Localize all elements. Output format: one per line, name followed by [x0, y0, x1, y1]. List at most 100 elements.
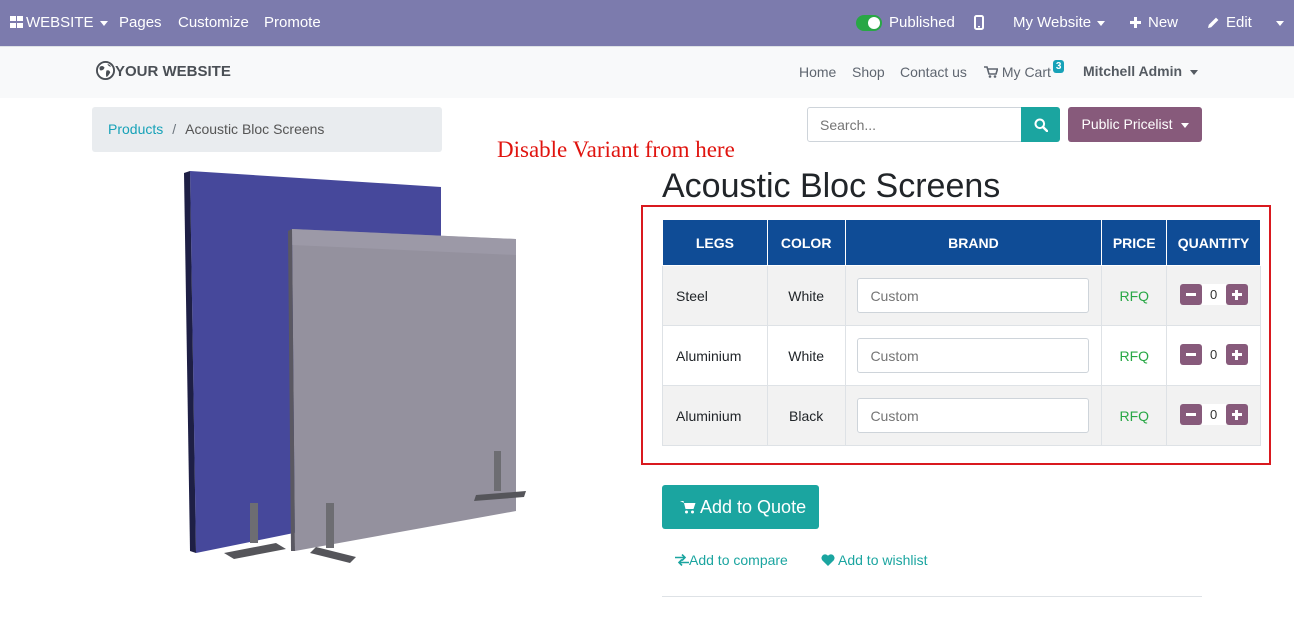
annotation-text: Disable Variant from here: [497, 137, 735, 162]
cell-quantity: 0: [1166, 325, 1261, 386]
quantity-value[interactable]: 0: [1201, 343, 1226, 365]
header-legs: LEGS: [662, 219, 768, 266]
divider: [662, 596, 1202, 597]
quantity-value[interactable]: 0: [1201, 283, 1226, 305]
cell-color: White: [766, 265, 846, 326]
customize-menu[interactable]: Customize: [178, 0, 249, 46]
cart-count-badge: 3: [1052, 60, 1065, 73]
plus-icon[interactable]: [1225, 283, 1248, 305]
toggle-switch-icon: [856, 15, 882, 32]
minus-icon[interactable]: [1179, 343, 1202, 365]
breadcrumb: Products / Acoustic Bloc Screens: [92, 107, 442, 152]
my-website-menu[interactable]: My Website: [1013, 0, 1106, 46]
cart-icon: [984, 66, 999, 79]
add-to-quote-label: Add to Quote: [700, 497, 807, 517]
brand-input[interactable]: [857, 338, 1090, 373]
new-button[interactable]: New: [1130, 0, 1178, 46]
nav-my-cart[interactable]: My Cart 3: [984, 60, 1065, 80]
table-row: Aluminium White RFQ 0: [662, 325, 1261, 386]
product-image: [184, 171, 526, 563]
user-menu[interactable]: Mitchell Admin: [1083, 63, 1199, 79]
promote-menu[interactable]: Promote: [264, 0, 321, 46]
cart-icon: [680, 501, 696, 514]
table-row: Steel White RFQ 0: [662, 265, 1261, 326]
site-logo[interactable]: YOUR WEBSITE: [96, 61, 231, 81]
admin-topbar: WEBSITE Pages Customize Promote Publishe…: [0, 0, 1294, 46]
quantity-stepper: 0: [1179, 403, 1248, 425]
my-cart-label: My Cart: [1001, 64, 1051, 80]
header-quantity: QUANTITY: [1166, 219, 1261, 266]
product-title: Acoustic Bloc Screens: [662, 167, 1001, 205]
cell-brand: [844, 325, 1103, 386]
cell-price: RFQ: [1101, 385, 1168, 446]
chevron-down-icon: [1190, 69, 1199, 75]
cell-quantity: 0: [1166, 265, 1261, 326]
more-menu[interactable]: [1276, 0, 1284, 46]
my-website-label: My Website: [1013, 14, 1092, 31]
table-header-row: LEGS COLOR BRAND PRICE QUANTITY: [662, 219, 1261, 266]
pricelist-dropdown[interactable]: Public Pricelist: [1068, 107, 1202, 142]
quantity-value[interactable]: 0: [1201, 403, 1226, 425]
add-to-compare-label: Add to compare: [689, 552, 788, 568]
edit-label: Edit: [1226, 14, 1252, 31]
variant-table: LEGS COLOR BRAND PRICE QUANTITY Steel Wh…: [662, 219, 1261, 446]
pencil-icon: [1208, 17, 1219, 28]
cell-quantity: 0: [1166, 385, 1261, 446]
pages-menu[interactable]: Pages: [119, 0, 162, 46]
nav-home[interactable]: Home: [799, 64, 836, 80]
website-menu[interactable]: WEBSITE: [10, 0, 108, 46]
header-price: PRICE: [1101, 219, 1168, 266]
minus-icon[interactable]: [1179, 283, 1202, 305]
brand-input[interactable]: [857, 398, 1090, 433]
chevron-down-icon: [1276, 20, 1284, 26]
cell-price: RFQ: [1101, 265, 1168, 326]
cell-color: White: [766, 325, 846, 386]
cell-brand: [844, 265, 1103, 326]
nav-shop[interactable]: Shop: [852, 64, 885, 80]
search-button[interactable]: [1021, 107, 1060, 142]
exchange-icon: [675, 554, 689, 567]
plus-icon[interactable]: [1225, 343, 1248, 365]
add-to-wishlist-link[interactable]: Add to wishlist: [821, 552, 927, 568]
published-label: Published: [889, 14, 955, 31]
user-name: Mitchell Admin: [1083, 63, 1183, 79]
website-menu-label: WEBSITE: [26, 14, 94, 31]
header-color: COLOR: [766, 219, 846, 266]
minus-icon[interactable]: [1179, 403, 1202, 425]
brand-input[interactable]: [857, 278, 1090, 313]
table-row: Aluminium Black RFQ 0: [662, 385, 1261, 446]
add-to-compare-link[interactable]: Add to compare: [675, 552, 788, 568]
pricelist-label: Public Pricelist: [1081, 116, 1173, 132]
quantity-stepper: 0: [1179, 343, 1248, 365]
new-label: New: [1148, 14, 1179, 31]
chevron-down-icon: [1097, 20, 1106, 26]
site-header: YOUR WEBSITE Home Shop Contact us My Car…: [0, 46, 1294, 98]
plus-icon[interactable]: [1225, 403, 1248, 425]
apps-grid-icon: [10, 16, 23, 29]
search-input[interactable]: [807, 107, 1022, 142]
breadcrumb-current: Acoustic Bloc Screens: [185, 121, 325, 137]
search-icon: [1034, 118, 1048, 132]
chevron-down-icon: [1180, 122, 1189, 128]
nav-contact-us[interactable]: Contact us: [900, 64, 967, 80]
logo-text: YOUR WEBSITE: [115, 63, 231, 80]
cell-price: RFQ: [1101, 325, 1168, 386]
quantity-stepper: 0: [1179, 283, 1248, 305]
edit-button[interactable]: Edit: [1207, 0, 1252, 46]
cell-legs: Aluminium: [662, 385, 768, 446]
cell-color: Black: [766, 385, 846, 446]
globe-icon: [96, 61, 115, 81]
cell-legs: Steel: [662, 265, 768, 326]
plus-icon: [1130, 16, 1141, 28]
mobile-preview-button[interactable]: [974, 0, 984, 46]
add-to-wishlist-label: Add to wishlist: [838, 552, 928, 568]
breadcrumb-products-link[interactable]: Products: [108, 121, 163, 137]
cell-brand: [844, 385, 1103, 446]
breadcrumb-separator: /: [172, 121, 177, 137]
cell-legs: Aluminium: [662, 325, 768, 386]
mobile-icon: [974, 14, 984, 30]
add-to-quote-button[interactable]: Add to Quote: [662, 485, 819, 529]
heart-icon: [821, 554, 835, 567]
published-toggle[interactable]: Published: [856, 0, 955, 46]
header-brand: BRAND: [844, 219, 1103, 266]
